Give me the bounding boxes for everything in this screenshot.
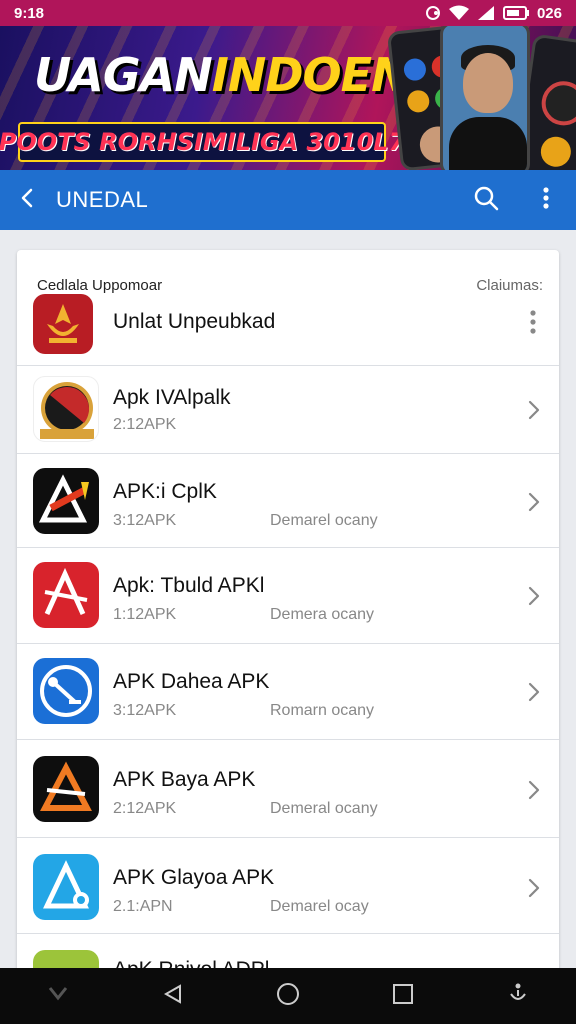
list-item-category: Demarel ocay [270, 898, 369, 915]
overflow-menu-button[interactable] [516, 170, 576, 230]
apk-list-card: Cedlala Uppomoar Claiumas: Unlat Unpeubk… [17, 250, 559, 980]
list-item-name: Unlat Unpeubkad [113, 310, 276, 333]
list-item[interactable]: APK Glayoa APK 2.1:APN Demarel ocay [17, 838, 559, 934]
nav-recents-icon [392, 983, 414, 1010]
chevron-right-icon [521, 778, 545, 802]
nav-home-icon [275, 981, 301, 1012]
list-item-category: Demarel ocany [270, 512, 378, 529]
promo-banner[interactable]: UAGANINDOENSIA POOTS RORHSIMILIGA 3010L7 [0, 26, 576, 170]
list-item-size: 2.1:APN [113, 898, 173, 915]
battery-percent: 026 [536, 4, 562, 22]
list-item[interactable]: APK:i CplK 3:12APK Demarel ocany [17, 454, 559, 548]
notification-icon [425, 5, 441, 21]
list-item[interactable]: APK Dahea APK 3:12APK Romarn ocany [17, 644, 559, 740]
search-icon [473, 185, 499, 216]
chevron-right-icon [521, 490, 545, 514]
status-bar: 9:18 026 [0, 0, 576, 26]
nav-home-button[interactable] [258, 968, 318, 1024]
app-icon [33, 376, 99, 442]
app-icon [33, 468, 99, 534]
list-item-size: 2:12APK [113, 800, 177, 817]
nav-hide-button[interactable] [28, 968, 88, 1024]
nav-back-icon [162, 983, 184, 1010]
list-item-featured[interactable]: Unlat Unpeubkad [17, 290, 559, 366]
list-item-category: Romarn ocany [270, 702, 375, 719]
list-item[interactable]: APK Baya APK 2:12APK Demeral ocany [17, 740, 559, 838]
chevron-right-icon [521, 584, 545, 608]
status-icons: 026 [425, 5, 562, 22]
wifi-icon [448, 5, 469, 21]
list-item-category: Demera ocany [270, 606, 375, 623]
list-item-size: 2:12APK [113, 416, 177, 433]
list-item-name: Apk: Tbuld APKl [113, 574, 265, 597]
item-more-icon[interactable] [523, 308, 543, 336]
list-item-name: Apk IVAlpalk [113, 386, 231, 409]
list-item-size: 3:12APK [113, 512, 177, 529]
app-icon [33, 756, 99, 822]
app-icon [33, 658, 99, 724]
list-item-name: APK Glayoa APK [113, 866, 275, 889]
chevron-right-icon [521, 680, 545, 704]
nav-recents-button[interactable] [373, 968, 433, 1024]
search-button[interactable] [456, 170, 516, 230]
banner-title-part1: UAGAN [34, 48, 213, 102]
accessibility-button[interactable] [488, 968, 548, 1024]
back-arrow-icon [17, 187, 39, 214]
list-item-size: 3:12APK [113, 702, 177, 719]
page-title: UNEDAL [56, 187, 149, 212]
app-icon [33, 854, 99, 920]
battery-icon [502, 6, 529, 20]
banner-subtitle: POOTS RORHSIMILIGA 3010L7 [0, 122, 405, 162]
more-vert-icon [543, 186, 549, 214]
list-item-name: APK Dahea APK [113, 670, 270, 693]
app-icon [33, 562, 99, 628]
nav-back-button[interactable] [143, 968, 203, 1024]
system-nav-bar [0, 968, 576, 1024]
app-icon-featured [33, 294, 93, 354]
signal-icon [477, 5, 495, 21]
banner-phone-center [440, 26, 530, 170]
status-time: 9:18 [14, 4, 45, 22]
chevron-right-icon [521, 398, 545, 422]
chevron-right-icon [521, 876, 545, 900]
list-item-name: APK:i CplK [113, 480, 217, 503]
list-item-name: APK Baya APK [113, 768, 256, 791]
list-item[interactable]: Apk: Tbuld APKl 1:12APK Demera ocany [17, 548, 559, 644]
card-header: Cedlala Uppomoar Claiumas: [17, 250, 559, 294]
list-item-size: 1:12APK [113, 606, 177, 623]
nav-hide-icon [47, 984, 69, 1009]
back-button[interactable] [0, 170, 56, 230]
list-item-category: Demeral ocany [270, 800, 378, 817]
app-bar: UNEDAL [0, 170, 576, 230]
list-item[interactable]: Apk IVAlpalk 2:12APK [17, 366, 559, 454]
accessibility-icon [506, 982, 530, 1011]
